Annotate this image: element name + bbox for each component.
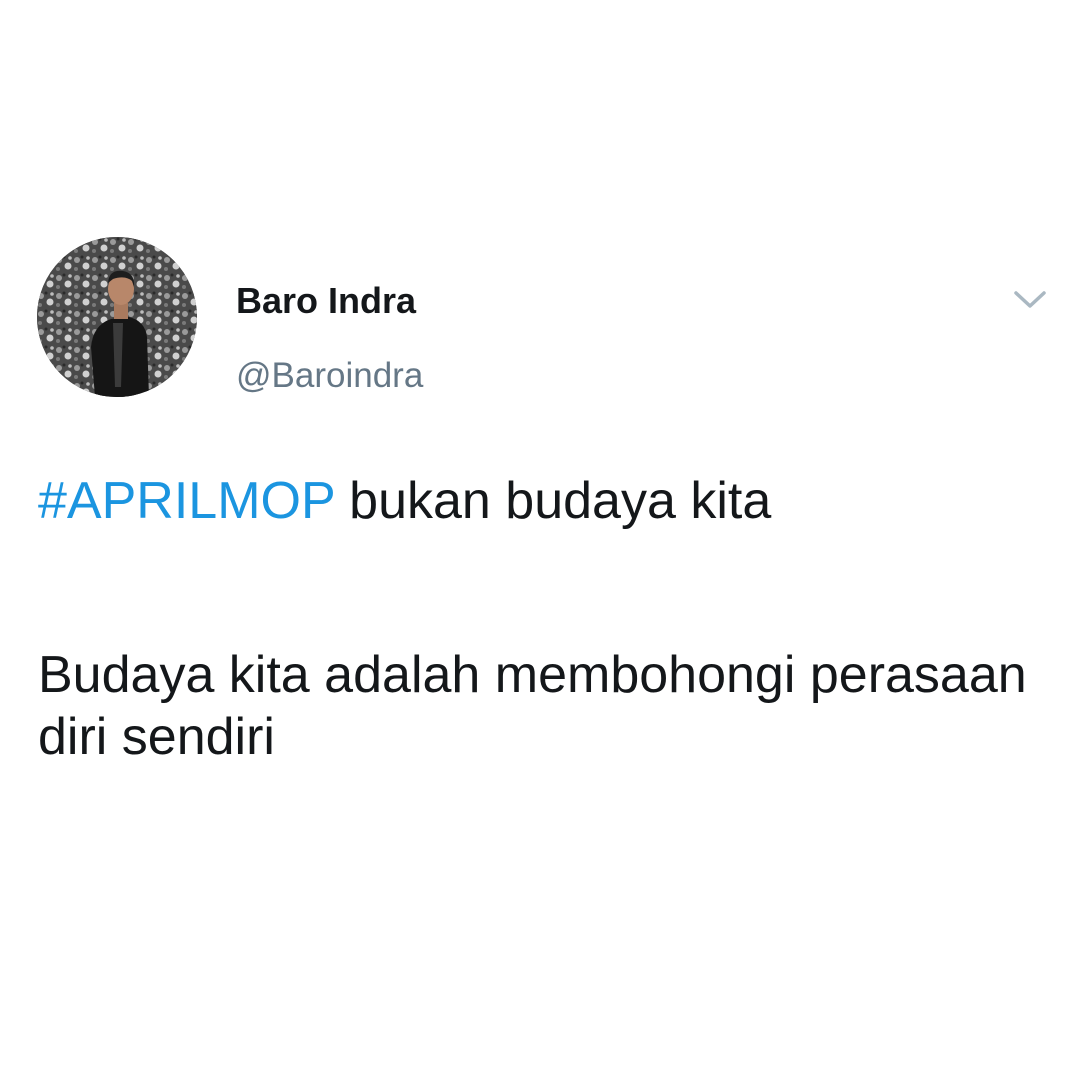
- author-display-name[interactable]: Baro Indra: [236, 280, 416, 322]
- tweet-card: Baro Indra @Baroindra #APRILMOP bukan bu…: [0, 0, 1080, 1080]
- author-handle[interactable]: @Baroindra: [236, 355, 423, 397]
- tweet-text: #APRILMOP bukan budaya kita Budaya kita …: [38, 470, 1048, 766]
- hashtag-link[interactable]: #APRILMOP: [38, 472, 335, 530]
- avatar-photo-icon: [37, 237, 197, 397]
- tweet-text-paragraph-1: #APRILMOP bukan budaya kita: [38, 470, 1048, 532]
- chevron-down-icon[interactable]: [1010, 284, 1050, 314]
- tweet-text-line1-rest: bukan budaya kita: [334, 472, 772, 530]
- tweet-text-paragraph-2: Budaya kita adalah membohongi perasaan d…: [38, 646, 1027, 766]
- author-avatar[interactable]: [37, 237, 197, 397]
